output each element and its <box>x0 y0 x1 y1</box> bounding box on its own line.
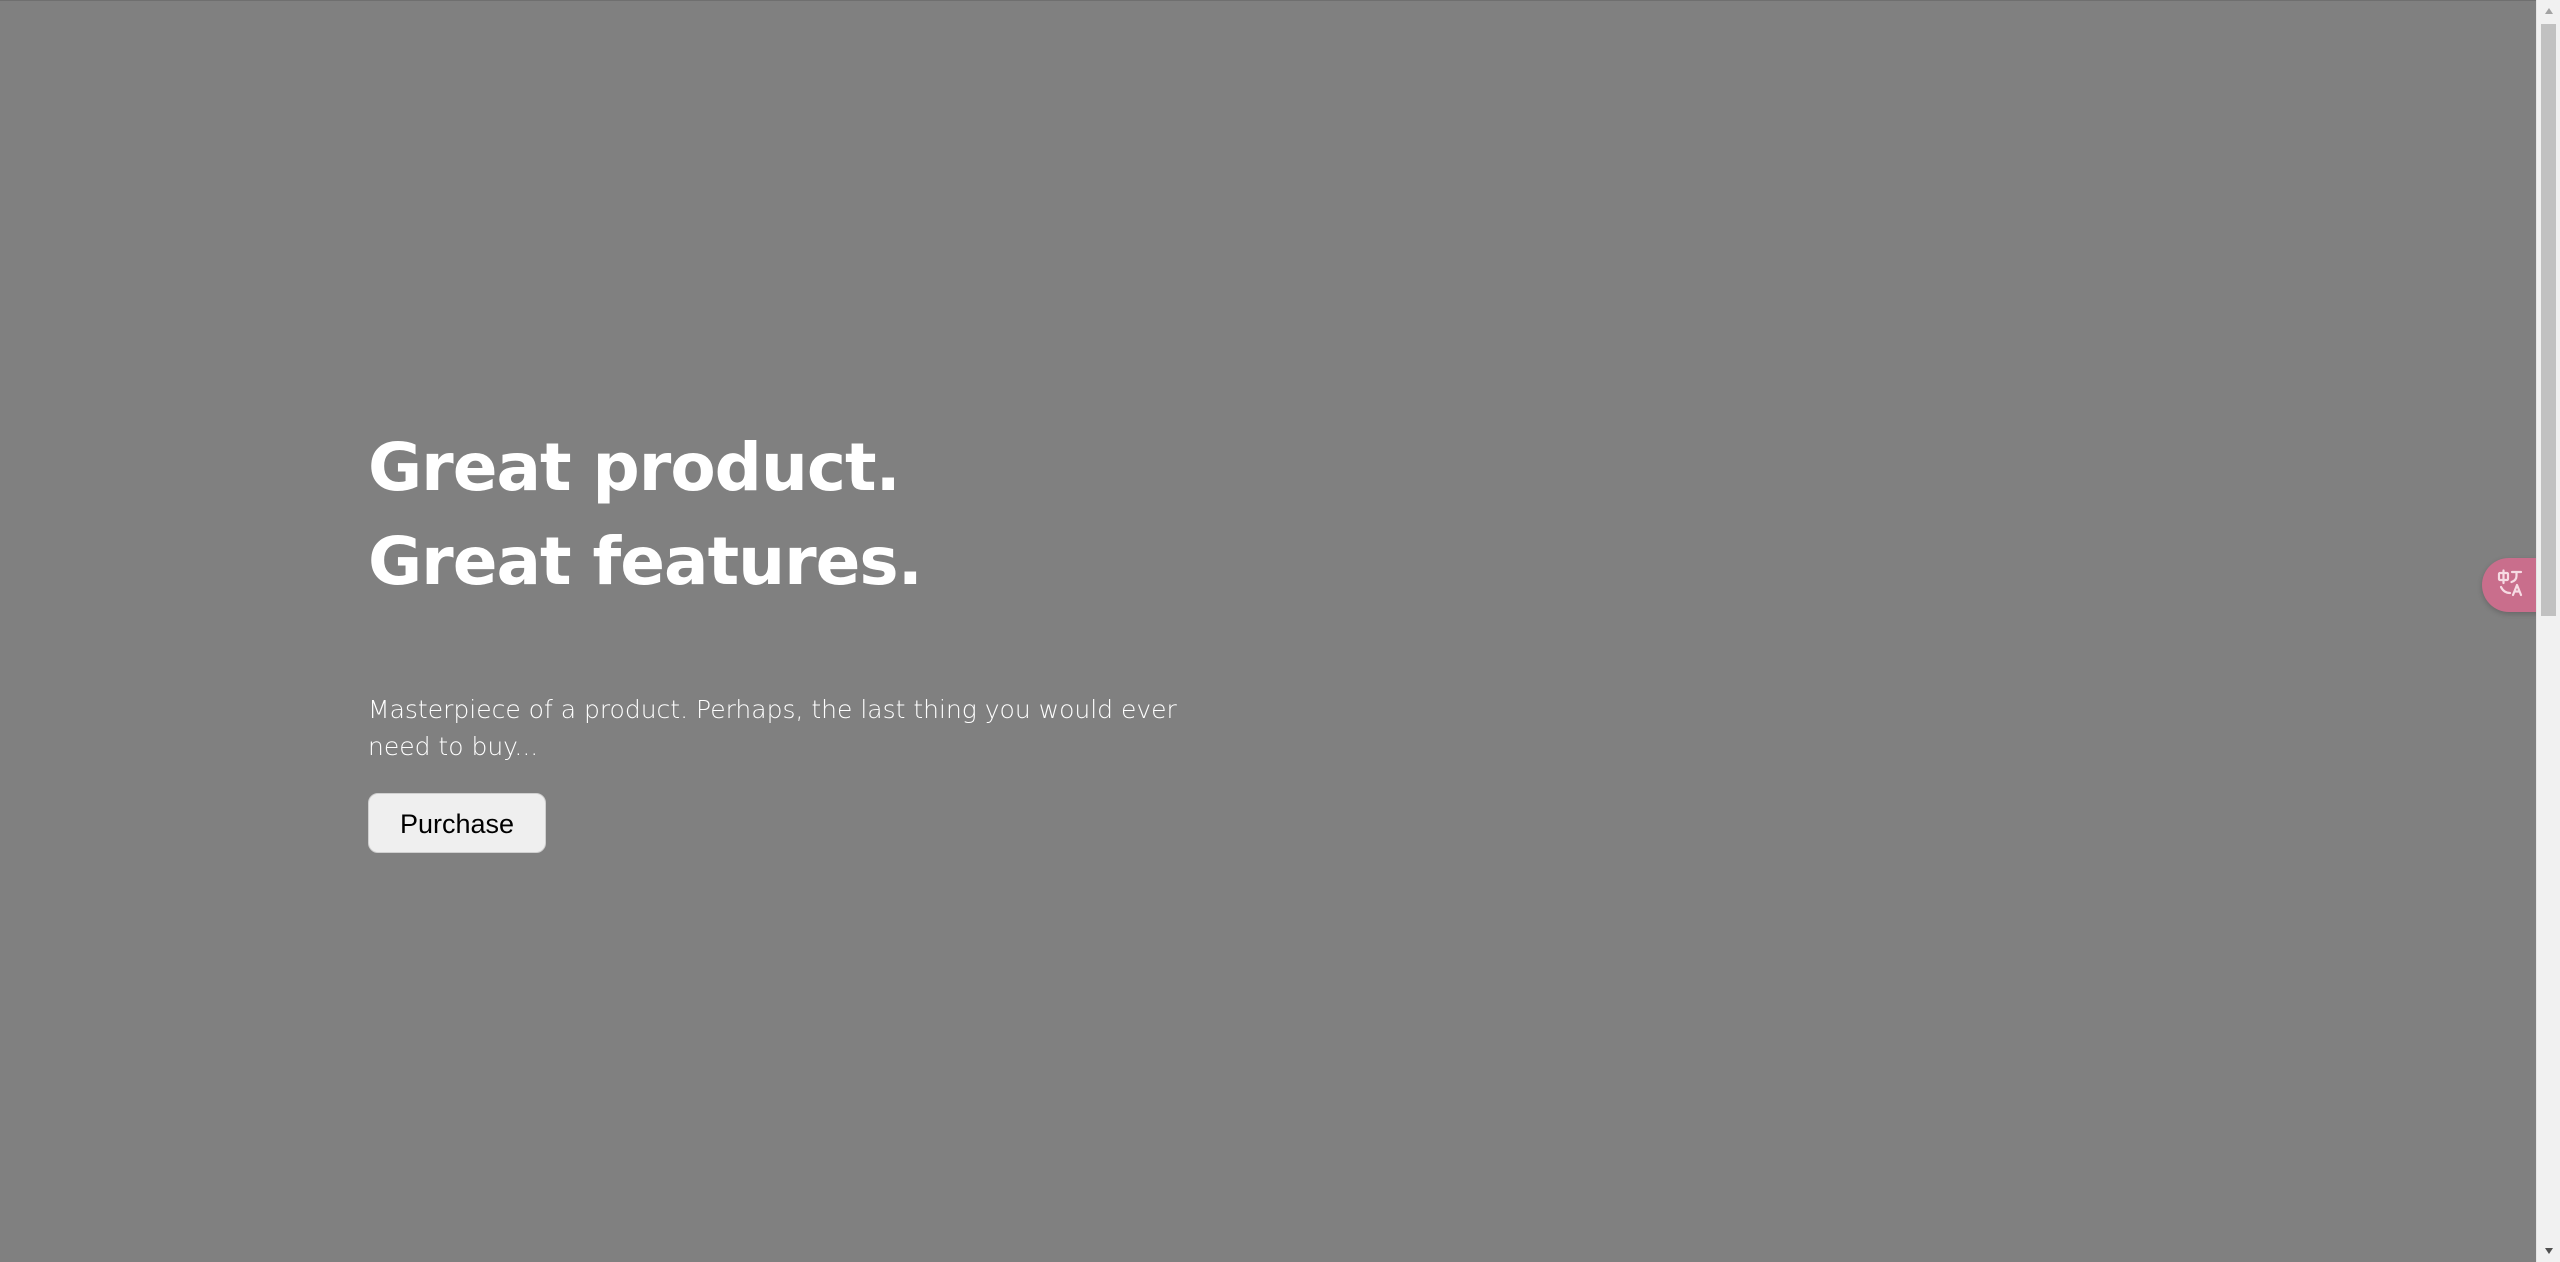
scroll-down-arrow-icon[interactable] <box>2537 1240 2560 1262</box>
scrollbar-thumb[interactable] <box>2541 24 2556 616</box>
translate-icon <box>2496 568 2526 603</box>
vertical-scrollbar[interactable] <box>2536 0 2560 1262</box>
hero-title-line-1: Great product. <box>368 429 901 506</box>
hero-section: Great product. Great features. Masterpie… <box>368 421 1248 853</box>
hero-description: Masterpiece of a product. Perhaps, the l… <box>368 695 1177 761</box>
purchase-button[interactable]: Purchase <box>368 793 546 853</box>
translate-widget-button[interactable] <box>2482 558 2540 612</box>
page-viewport: Great product. Great features. Masterpie… <box>0 0 2540 1262</box>
hero-title: Great product. Great features. <box>368 421 1248 609</box>
scroll-up-arrow-icon[interactable] <box>2537 0 2560 22</box>
hero-title-line-2: Great features. <box>368 523 923 600</box>
